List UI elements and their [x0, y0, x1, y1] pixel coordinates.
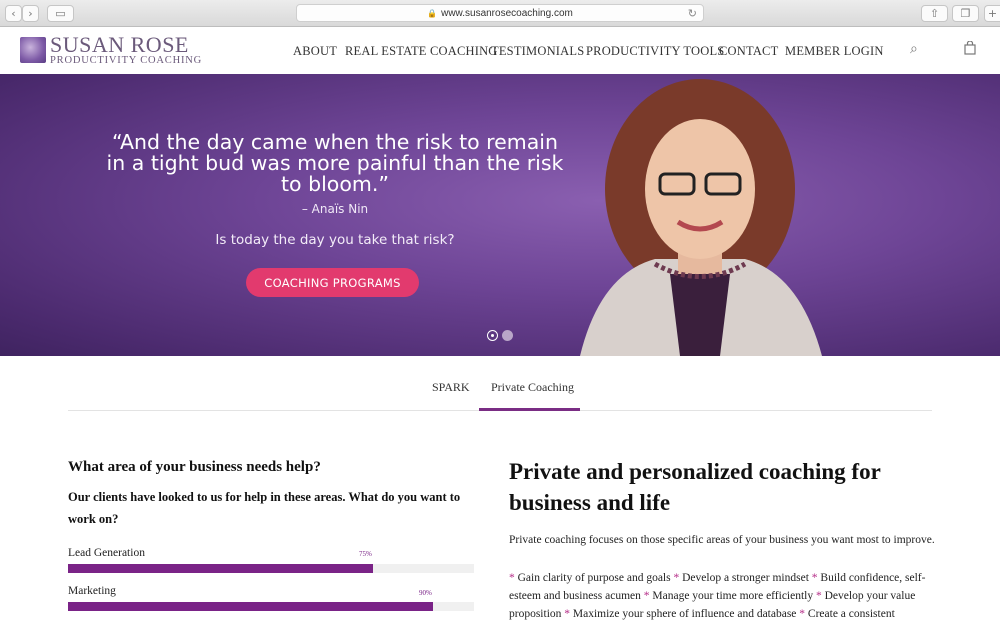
url-text: www.susanrosecoaching.com [441, 7, 573, 19]
sidebar-button[interactable]: ▭ [47, 5, 74, 22]
hero-banner: “And the day came when the risk to remai… [0, 74, 1000, 356]
tabs-button[interactable]: ❐ [952, 5, 979, 22]
bullet-marker: * [816, 590, 822, 602]
address-bar[interactable]: 🔒 www.susanrosecoaching.com ↻ [296, 4, 704, 22]
benefit-item: Manage your time more efficiently [652, 590, 814, 602]
shopping-bag-icon[interactable] [964, 40, 976, 59]
private-coaching-intro: Private coaching focuses on those specif… [509, 534, 935, 546]
search-icon[interactable]: ⌕ [910, 41, 918, 57]
forward-button[interactable]: › [22, 5, 39, 22]
coach-portrait [580, 79, 822, 356]
progress-bar-lead-generation [68, 564, 474, 573]
tabs-icon: ❐ [960, 7, 971, 20]
logo-tagline: PRODUCTIVITY COACHING [50, 55, 203, 66]
nav-about[interactable]: ABOUT [293, 44, 337, 59]
nav-testimonials[interactable]: TESTIMONIALS [491, 44, 584, 59]
reload-icon[interactable]: ↻ [688, 7, 697, 20]
bar-label-lead-generation: Lead Generation [68, 547, 145, 559]
new-tab-button[interactable]: + [984, 5, 1000, 22]
progress-fill-marketing [68, 602, 434, 611]
carousel-dot-2[interactable] [502, 330, 513, 341]
logo-name[interactable]: SUSAN ROSE [50, 34, 189, 56]
benefit-item: Gain clarity of purpose and goals [517, 572, 671, 584]
help-area-heading: What area of your business needs help? [68, 459, 321, 475]
nav-contact[interactable]: CONTACT [719, 44, 778, 59]
bar-label-marketing: Marketing [68, 585, 116, 597]
help-area-subheading: Our clients have looked to us for help i… [68, 490, 461, 526]
bullet-marker: * [799, 608, 806, 620]
progress-bar-marketing [68, 602, 474, 611]
bullet-marker: * [643, 590, 650, 602]
browser-toolbar: ‹ › ▭ 🔒 www.susanrosecoaching.com ↻ ⇧ ❐ … [0, 0, 1000, 27]
chevron-left-icon: ‹ [11, 7, 16, 20]
bar-percent-lead-generation: 75% [359, 550, 372, 558]
plus-icon: + [987, 7, 998, 20]
benefit-item: Maximize your sphere of influence and da… [572, 608, 797, 620]
share-button[interactable]: ⇧ [921, 5, 948, 22]
hero-quote: “And the day came when the risk to remai… [106, 130, 564, 196]
nav-member-login[interactable]: MEMBER LOGIN [785, 44, 884, 59]
share-icon: ⇧ [929, 7, 940, 20]
nav-productivity-tools[interactable]: PRODUCTIVITY TOOLS [586, 44, 724, 59]
benefits-list: * Gain clarity of purpose and goals * De… [509, 569, 929, 625]
site-header: SUSAN ROSE PRODUCTIVITY COACHING ABOUT R… [0, 27, 1000, 74]
hero-quote-author: – Anaïs Nin [301, 202, 369, 216]
private-coaching-heading: Private and personalized coaching for bu… [509, 459, 881, 515]
bullet-marker: * [564, 608, 571, 620]
sidebar-icon: ▭ [55, 7, 66, 20]
bar-percent-marketing: 90% [419, 589, 432, 597]
bullet-marker: * [811, 572, 818, 584]
active-tab-indicator [479, 408, 580, 411]
carousel-dot-1[interactable] [487, 330, 498, 341]
nav-real-estate-coaching[interactable]: REAL ESTATE COACHING [345, 44, 498, 59]
bullet-marker: * [673, 572, 680, 584]
coaching-programs-button[interactable]: COACHING PROGRAMS [246, 268, 419, 297]
logo-rose-icon[interactable] [20, 37, 46, 63]
lock-icon: 🔒 [427, 8, 438, 18]
back-button[interactable]: ‹ [5, 5, 22, 22]
chevron-right-icon: › [28, 7, 33, 20]
hero-question: Is today the day you take that risk? [215, 232, 455, 248]
tab-private-coaching[interactable]: Private Coaching [491, 380, 574, 395]
tab-spark[interactable]: SPARK [432, 380, 470, 395]
bullet-marker: * [509, 572, 515, 584]
progress-fill-lead-generation [68, 564, 373, 573]
benefit-item: Develop a stronger mindset [682, 572, 809, 584]
